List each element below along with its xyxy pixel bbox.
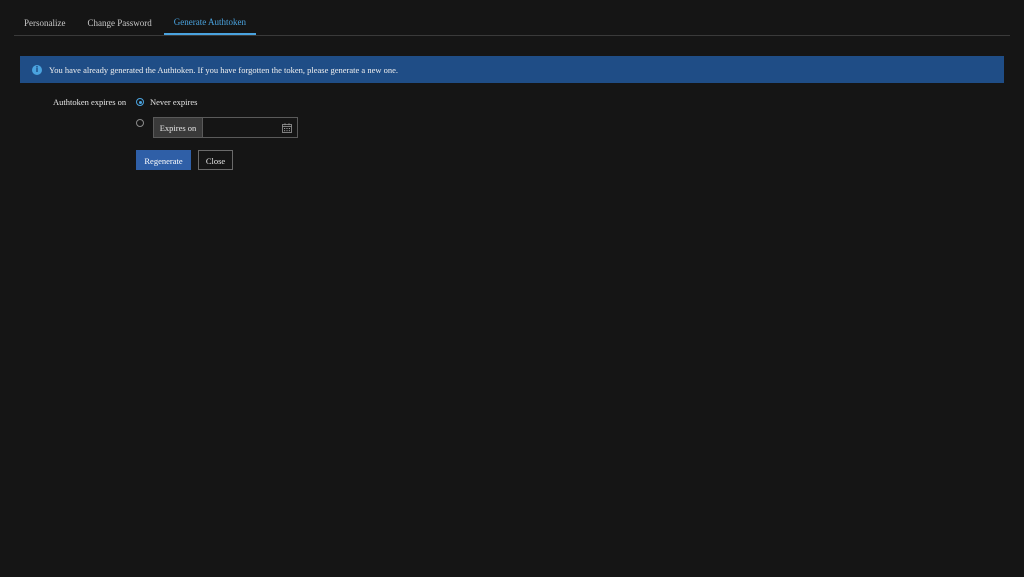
expires-on-radio[interactable] — [136, 119, 144, 127]
tab-personalize[interactable]: Personalize — [14, 10, 75, 35]
never-expires-label[interactable]: Never expires — [150, 97, 197, 107]
regenerate-button[interactable]: Regenerate — [136, 150, 191, 170]
info-banner: i You have already generated the Authtok… — [20, 56, 1004, 83]
info-banner-text: You have already generated the Authtoken… — [49, 64, 399, 75]
info-icon: i — [32, 64, 42, 75]
expires-on-label: Expires on — [154, 118, 202, 137]
expires-on-date-field[interactable] — [202, 118, 297, 138]
tab-change-password[interactable]: Change Password — [77, 10, 161, 35]
expires-on-date-group: Expires on — [153, 117, 298, 138]
authtoken-expires-label: Authtoken expires on — [53, 97, 127, 107]
tab-generate-authtoken[interactable]: Generate Authtoken — [163, 9, 256, 35]
generate-authtoken-page: Personalize Change Password Generate Aut… — [0, 0, 1024, 577]
never-expires-radio[interactable] — [136, 98, 144, 106]
calendar-icon[interactable] — [282, 123, 292, 133]
close-button[interactable]: Close — [198, 150, 233, 170]
tab-bar: Personalize Change Password Generate Aut… — [14, 10, 1010, 36]
